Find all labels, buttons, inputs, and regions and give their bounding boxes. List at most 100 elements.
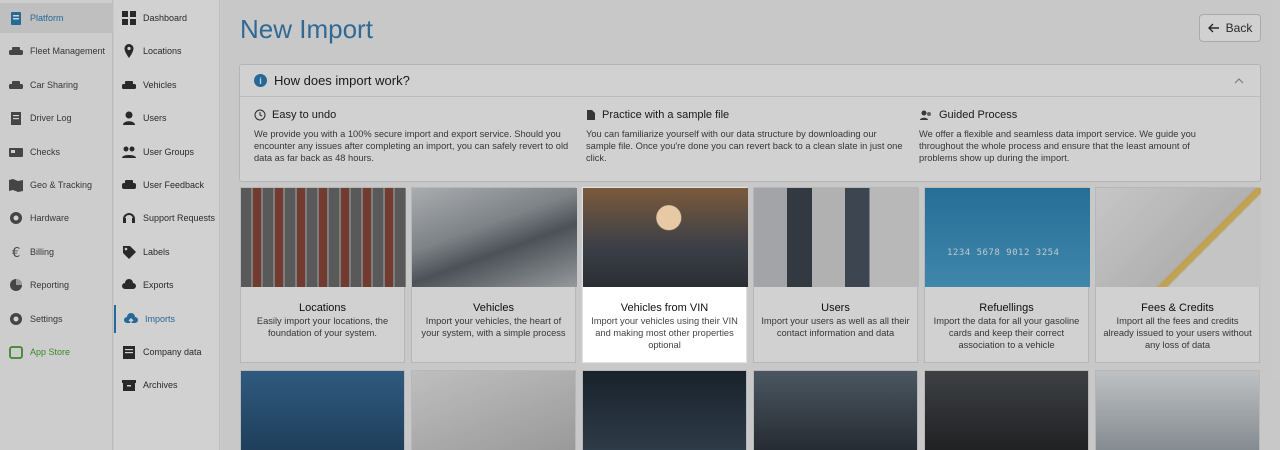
card-description: Import your vehicles, the heart of your … [421,316,566,338]
headset-icon [120,209,138,227]
subnav-item-support-requests[interactable]: Support Requests [114,204,220,232]
subnav-item-company-data[interactable]: Company data [114,338,220,366]
main-content: New Import Back i How does import work? … [221,0,1280,450]
sidebar-item-settings[interactable]: Settings [0,304,113,334]
subnav-item-label: Labels [143,246,170,257]
subnav-item-archives[interactable]: Archives [114,371,220,399]
app-store-icon [8,344,24,360]
document-pen-image [1096,188,1261,287]
primary-sidebar: Platform Fleet Management Car Sharing Drive… [0,0,113,450]
card-title: Refuellings [979,302,1034,314]
sidebar-item-hardware[interactable]: Hardware [0,203,113,233]
subnav-item-users[interactable]: Users [114,104,220,132]
sidebar-item-label: Driver Log [30,113,72,124]
import-card-users[interactable]: Users Import your users as well as all t… [753,187,919,363]
sidebar-item-label: Checks [30,146,61,157]
cloud-download-icon [120,276,138,294]
sidebar-item-label: Platform [30,13,64,23]
phone-in-car-image[interactable] [753,370,918,450]
subnav-item-label: Locations [143,46,182,57]
how-heading: How does import work? [274,73,410,88]
card-description: Easily import your locations, the founda… [256,316,389,338]
file-icon [587,110,595,120]
import-card-refuellings[interactable]: 1234 5678 9012 3254 Refuellings Import t… [924,187,1090,363]
car-fleet-icon [8,43,24,59]
svg-text:€: € [12,246,20,260]
col-text-guided: We offer a flexible and seamless data im… [919,129,1196,163]
fuel-card-number: 1234 5678 9012 3254 [947,248,1060,258]
fuel-card-image: 1234 5678 9012 3254 [925,188,1090,287]
col-title-undo: Easy to undo [272,109,337,121]
sidebar-item-platform[interactable]: Platform [0,3,113,33]
back-label: Back [1225,21,1253,35]
back-button[interactable]: Back [1199,14,1261,42]
sidebar-item-label: Fleet Management [30,46,106,57]
feedback-icon [120,176,138,194]
chevron-up-icon[interactable] [1234,76,1244,86]
sidebar-item-billing[interactable]: € Billing [0,237,113,267]
user-icon [120,109,138,127]
card-description: Import all the fees and credits already … [1103,316,1252,350]
subnav-item-vehicles[interactable]: Vehicles [114,71,220,99]
location-pin-icon [120,42,138,60]
user-group-icon [120,143,138,161]
subnav-item-imports[interactable]: Imports [114,304,220,333]
subnav-item-locations[interactable]: Locations [114,37,220,65]
driver-in-car-image [583,188,748,287]
clipboard-icon [8,10,24,26]
easy-undo-column: Easy to undo We provide you with a 100% … [254,109,584,164]
card-title: Fees & Credits [1141,302,1214,314]
page-title: New Import [240,14,373,44]
import-card-vehicles[interactable]: Vehicles Import your vehicles, the heart… [411,187,577,363]
subnav-item-label: Support Requests [143,213,216,224]
subnav-item-label: Dashboard [143,13,188,23]
import-card-locations[interactable]: Locations Easily import your locations, … [240,187,406,363]
cloud-upload-icon [122,310,140,328]
import-card-vehicles-from-vin[interactable]: Vehicles from VIN Import your vehicles u… [582,187,748,363]
subnav-item-label: User Groups [143,146,195,157]
hand-papers-image[interactable] [582,370,747,450]
map-icon [8,177,24,193]
col-title-sample: Practice with a sample file [602,109,730,121]
sidebar-item-geo-tracking[interactable]: Geo & Tracking [0,170,113,200]
sidebar-item-car-sharing[interactable]: Car Sharing [0,70,113,100]
sidebar-item-label: App Store [30,347,71,357]
car-icon [120,76,138,94]
col-text-undo: We provide you with a 100% secure import… [254,129,569,163]
subnav-item-user-feedback[interactable]: User Feedback [114,171,220,199]
guided-process-column: Guided Process We offer a flexible and s… [919,109,1229,164]
subnav-item-dashboard[interactable]: Dashboard [114,4,220,32]
mechanic-garage-image[interactable] [924,370,1089,450]
sidebar-item-app-store[interactable]: App Store [0,337,113,367]
subnav-item-label: Archives [143,380,178,391]
parking-lot-image [241,188,406,287]
how-import-works-header[interactable]: i How does import work? [240,65,1260,97]
col-text-sample: You can familiarize yourself with our da… [586,129,903,163]
how-import-works-panel: i How does import work? Easy to undo We … [239,64,1261,182]
subnav-item-label: Users [143,113,167,124]
cog-icon [8,311,24,327]
card-title: Users [821,302,850,314]
subnav-item-user-groups[interactable]: User Groups [114,138,220,166]
sidebar-item-checks[interactable]: Checks [0,137,113,167]
man-laptop-image[interactable] [240,370,405,450]
sidebar-item-label: Car Sharing [30,79,79,90]
card-title: Vehicles [473,302,514,314]
signing-document-image[interactable] [411,370,576,450]
card-title: Vehicles from VIN [620,302,709,314]
import-card-fees-credits[interactable]: Fees & Credits Import all the fees and c… [1095,187,1261,363]
sidebar-item-label: Geo & Tracking [30,180,93,190]
subnav-item-exports[interactable]: Exports [114,271,220,299]
subnav-item-label: Company data [143,347,202,357]
sidebar-item-driver-log[interactable]: Driver Log [0,103,113,133]
card-description: Import your vehicles using their VIN and… [591,316,738,350]
subnav-item-labels[interactable]: Labels [114,238,220,266]
app-window: Platform Fleet Management Car Sharing Drive… [0,0,1280,450]
subnav-item-label: Imports [145,313,176,324]
subnav-item-label: User Feedback [143,180,205,190]
card-description: Import your users as well as all their c… [761,316,910,338]
info-icon: i [254,74,267,87]
sidebar-item-fleet-management[interactable]: Fleet Management [0,36,113,66]
car-handover-image[interactable] [1095,370,1260,450]
sidebar-item-reporting[interactable]: Reporting [0,270,113,300]
